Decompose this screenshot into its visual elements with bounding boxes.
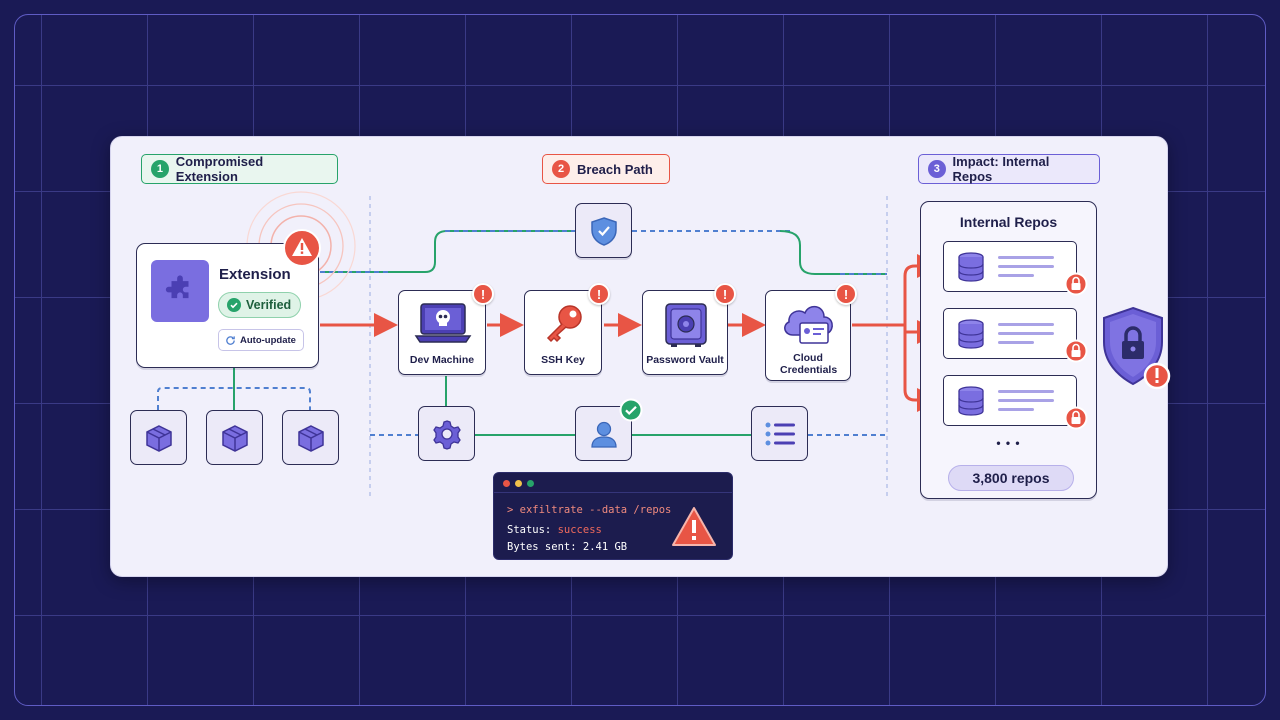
node-label: Dev Machine: [409, 354, 475, 366]
package-cube-icon: [145, 424, 172, 452]
section-pill-compromised: 1 Compromised Extension: [141, 154, 338, 184]
repo-card[interactable]: [943, 241, 1077, 292]
terminal-command: > exfiltrate --data /repos: [507, 504, 672, 516]
repos-ellipsis: • • •: [996, 436, 1021, 450]
check-icon: [227, 298, 241, 312]
node-label: SSH Key: [541, 354, 585, 366]
repo-card[interactable]: [943, 375, 1077, 426]
breach-node-cloud-credentials[interactable]: Cloud Credentials: [765, 290, 851, 381]
package-box[interactable]: [282, 410, 339, 465]
status-label: Status:: [507, 524, 552, 536]
package-box[interactable]: [206, 410, 263, 465]
bytes-label: Bytes sent:: [507, 541, 577, 553]
section-label: Compromised Extension: [175, 154, 264, 184]
terminal-window: > exfiltrate --data /repos Status: succe…: [493, 472, 733, 560]
section-pill-impact: 3 Impact: Internal Repos: [918, 154, 1100, 184]
user-verified-check-icon: [619, 398, 643, 422]
window-minimize-dot[interactable]: [515, 480, 522, 487]
alert-icon: !: [835, 283, 857, 305]
auto-update-button[interactable]: Auto-update: [218, 329, 304, 351]
breach-node-password-vault[interactable]: Password Vault: [642, 290, 728, 375]
lock-badge-icon: [1064, 272, 1088, 296]
list-icon: [765, 422, 795, 445]
breach-node-ssh-key[interactable]: SSH Key: [524, 290, 602, 375]
auto-update-label: Auto-update: [240, 334, 296, 346]
terminal-status-line: Status: success: [507, 524, 602, 536]
terminal-warning-icon: [672, 507, 716, 546]
alert-icon: !: [714, 283, 736, 305]
section-label: Impact: Internal Repos: [952, 154, 1050, 184]
database-icon: [958, 252, 984, 282]
repos-count-badge: 3,800 repos: [948, 465, 1074, 491]
verified-badge: Verified: [218, 292, 301, 318]
window-close-dot[interactable]: [503, 480, 510, 487]
repos-count-label: 3,800 repos: [972, 470, 1050, 486]
node-label: Password Vault: [646, 354, 724, 366]
lock-badge-icon: [1064, 406, 1088, 430]
warning-triangle-icon: [283, 229, 321, 267]
package-cube-icon: [221, 424, 248, 452]
section-number: 3: [928, 160, 946, 178]
gear-icon: [432, 419, 461, 450]
package-box[interactable]: [130, 410, 187, 465]
alert-icon: !: [588, 283, 610, 305]
cloud-credentials-icon: [784, 305, 833, 344]
security-shield-node[interactable]: [575, 203, 632, 258]
skull-laptop-icon: [414, 303, 472, 343]
section-number: 2: [552, 160, 570, 178]
repos-title: Internal Repos: [959, 214, 1058, 230]
verified-label: Verified: [246, 298, 292, 312]
key-icon: [546, 305, 582, 343]
vault-icon: [665, 303, 707, 347]
status-value: success: [557, 524, 602, 536]
package-cube-icon: [297, 424, 324, 452]
section-label: Breach Path: [577, 161, 653, 177]
node-label: Cloud Credentials: [780, 352, 838, 376]
bytes-value: 2.41 GB: [582, 541, 628, 553]
puzzle-icon: [151, 260, 209, 322]
shield-check-icon: [591, 217, 617, 246]
database-icon: [958, 319, 984, 349]
window-maximize-dot[interactable]: [527, 480, 534, 487]
alert-icon: !: [472, 283, 494, 305]
breach-node-dev-machine[interactable]: Dev Machine: [398, 290, 486, 375]
extension-title: Extension: [219, 266, 291, 283]
settings-node[interactable]: [418, 406, 475, 461]
terminal-dots: [503, 480, 534, 487]
refresh-icon: [226, 335, 235, 345]
database-icon: [958, 386, 984, 416]
terminal-bytes-line: Bytes sent: 2.41 GB: [507, 541, 627, 553]
repo-card[interactable]: [943, 308, 1077, 359]
list-node[interactable]: [751, 406, 808, 461]
section-number: 1: [151, 160, 169, 178]
lock-badge-icon: [1064, 339, 1088, 363]
user-icon: [590, 421, 617, 448]
section-pill-breach: 2 Breach Path: [542, 154, 670, 184]
shield-lock-icon: [1103, 306, 1171, 390]
